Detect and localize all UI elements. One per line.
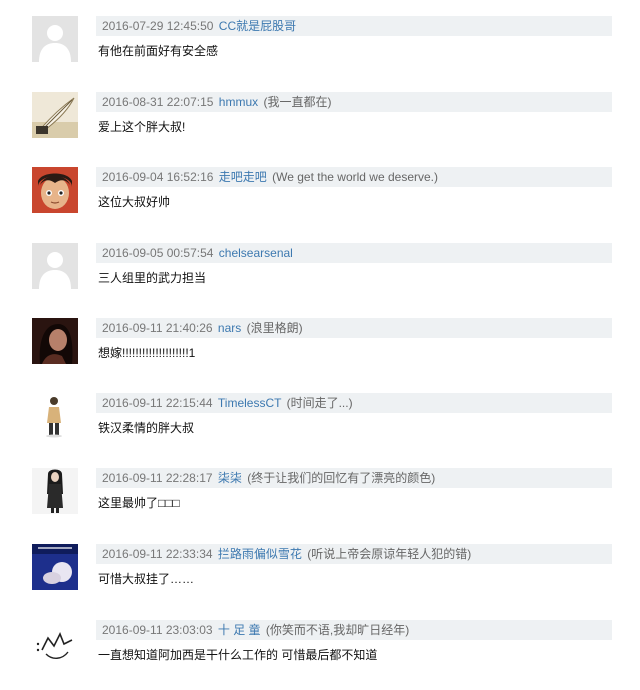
comment-meta: 2016-09-04 16:52:16 走吧走吧 (We get the wor… bbox=[96, 167, 612, 187]
comment-signature: (时间走了...) bbox=[286, 396, 353, 410]
comment-time: 2016-09-11 22:28:17 bbox=[102, 471, 213, 485]
comment-meta: 2016-09-11 21:40:26 nars (浪里格朗) bbox=[96, 318, 612, 338]
comment-username[interactable]: 拦路雨偏似雪花 bbox=[218, 547, 302, 561]
standing-figure-avatar[interactable] bbox=[32, 393, 78, 439]
comment-text: 有他在前面好有安全感 bbox=[98, 44, 219, 58]
anime-boy-avatar[interactable] bbox=[32, 167, 78, 213]
comment-item: 2016-09-11 22:28:17 柒柒 (终于让我们的回忆有了漂亮的颜色)… bbox=[0, 468, 640, 538]
comment-meta: 2016-09-05 00:57:54 chelsearsenal bbox=[96, 243, 612, 263]
comment-meta: 2016-07-29 12:45:50 CC就是屁股哥 bbox=[96, 16, 612, 36]
comment-time: 2016-09-04 16:52:16 bbox=[102, 170, 214, 184]
comment-meta: 2016-09-11 23:03:03 十 足 童 (你笑而不语,我却旷日经年) bbox=[96, 620, 612, 640]
comment-item: 2016-09-11 22:15:44 TimelessCT (时间走了...)… bbox=[0, 393, 640, 463]
comment-item: 2016-07-29 12:45:50 CC就是屁股哥 有他在前面好有安全感 bbox=[0, 16, 640, 86]
comment-list: 2016-07-29 12:45:50 CC就是屁股哥 有他在前面好有安全感 2… bbox=[0, 0, 640, 680]
woman-portrait-avatar[interactable] bbox=[32, 318, 78, 364]
default-avatar-icon[interactable] bbox=[32, 243, 78, 289]
comment-time: 2016-09-11 22:15:44 bbox=[102, 396, 213, 410]
comment-username[interactable]: TimelessCT bbox=[218, 396, 281, 410]
comment-username[interactable]: CC就是屁股哥 bbox=[219, 19, 296, 33]
comment-text: 铁汉柔情的胖大叔 bbox=[98, 421, 195, 435]
comment-signature: (听说上帝会原谅年轻人犯的错) bbox=[307, 547, 472, 561]
quill-avatar[interactable] bbox=[32, 92, 78, 138]
comment-meta: 2016-09-11 22:28:17 柒柒 (终于让我们的回忆有了漂亮的颜色) bbox=[96, 468, 612, 488]
comment-username[interactable]: 十 足 童 bbox=[218, 623, 261, 637]
comment-signature: (We get the world we deserve.) bbox=[272, 170, 438, 184]
comment-text: 一直想知道阿加西是干什么工作的 可惜最后都不知道 bbox=[98, 648, 378, 662]
comment-item: 2016-09-05 00:57:54 chelsearsenal 三人组里的武… bbox=[0, 243, 640, 313]
comment-username[interactable]: chelsearsenal bbox=[219, 246, 293, 260]
comment-username[interactable]: 柒柒 bbox=[218, 471, 242, 485]
comment-signature: (我一直都在) bbox=[263, 95, 332, 109]
comment-time: 2016-08-31 22:07:15 bbox=[102, 95, 214, 109]
comment-meta: 2016-08-31 22:07:15 hmmux (我一直都在) bbox=[96, 92, 612, 112]
comment-meta: 2016-09-11 22:15:44 TimelessCT (时间走了...) bbox=[96, 393, 612, 413]
comment-meta: 2016-09-11 22:33:34 拦路雨偏似雪花 (听说上帝会原谅年轻人犯… bbox=[96, 544, 612, 564]
comment-text: 这里最帅了□□□ bbox=[98, 496, 180, 510]
comment-username[interactable]: hmmux bbox=[219, 95, 258, 109]
comment-item: 2016-09-04 16:52:16 走吧走吧 (We get the wor… bbox=[0, 167, 640, 237]
comment-text: 爱上这个胖大叔! bbox=[98, 120, 186, 134]
comment-text: 这位大叔好帅 bbox=[98, 195, 171, 209]
comment-time: 2016-09-11 22:33:34 bbox=[102, 547, 213, 561]
comment-time: 2016-09-05 00:57:54 bbox=[102, 246, 214, 260]
comment-time: 2016-09-11 21:40:26 bbox=[102, 321, 213, 335]
default-avatar-icon[interactable] bbox=[32, 16, 78, 62]
comment-text: 三人组里的武力担当 bbox=[98, 271, 207, 285]
blue-book-avatar[interactable] bbox=[32, 544, 78, 590]
comment-text: 可惜大叔挂了…… bbox=[98, 572, 195, 586]
comment-username[interactable]: nars bbox=[218, 321, 241, 335]
comment-item: 2016-09-11 21:40:26 nars (浪里格朗) 想嫁!!!!!!… bbox=[0, 318, 640, 388]
sketch-hand-avatar[interactable] bbox=[32, 620, 78, 666]
comment-signature: (终于让我们的回忆有了漂亮的颜色) bbox=[247, 471, 436, 485]
comment-item: 2016-08-31 22:07:15 hmmux (我一直都在) 爱上这个胖大… bbox=[0, 92, 640, 162]
comment-text: 想嫁!!!!!!!!!!!!!!!!!!!!1 bbox=[98, 346, 196, 360]
comment-item: 2016-09-11 22:33:34 拦路雨偏似雪花 (听说上帝会原谅年轻人犯… bbox=[0, 544, 640, 614]
comment-signature: (你笑而不语,我却旷日经年) bbox=[265, 623, 410, 637]
comment-time: 2016-07-29 12:45:50 bbox=[102, 19, 214, 33]
comment-time: 2016-09-11 23:03:03 bbox=[102, 623, 213, 637]
comment-signature: (浪里格朗) bbox=[246, 321, 303, 335]
comment-username[interactable]: 走吧走吧 bbox=[219, 170, 267, 184]
girl-figure-avatar[interactable] bbox=[32, 468, 78, 514]
